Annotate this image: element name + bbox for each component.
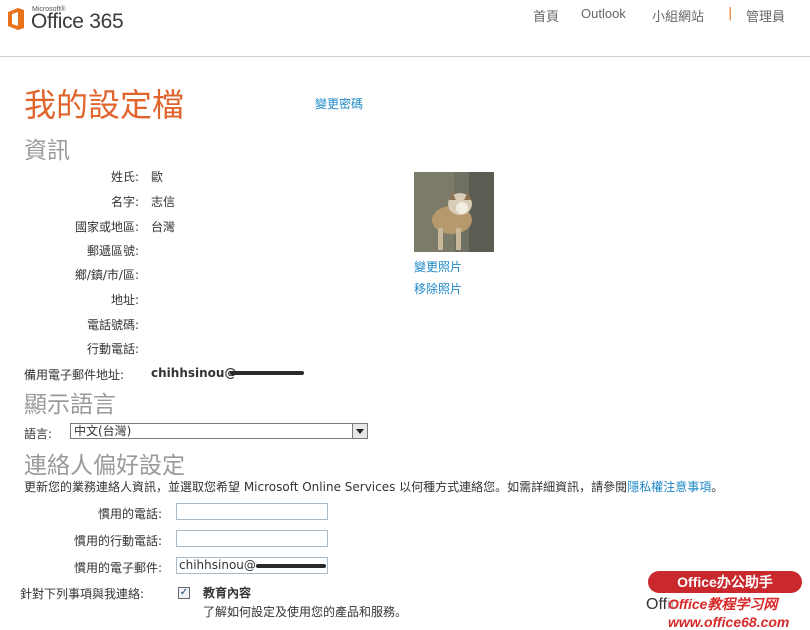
header-divider: [0, 56, 810, 57]
language-label: 語言:: [24, 427, 53, 441]
contact-me-label: 針對下列事項與我連絡:: [20, 587, 145, 601]
redaction-mark: [256, 564, 326, 568]
preferred-mobile-input[interactable]: [176, 530, 328, 547]
alt-email-value: chihhsinou@: [151, 366, 237, 380]
contact-heading: 連絡人偏好設定: [24, 453, 185, 479]
privacy-link[interactable]: 隱私權注意事項: [627, 480, 711, 494]
nav-admin-link[interactable]: 管理員: [746, 6, 785, 25]
field-label-city: 鄉/鎮/市/區:: [74, 268, 139, 282]
language-selected-value: 中文(台灣): [74, 424, 132, 438]
field-value-first-name: 志信: [151, 195, 176, 209]
logo-office365-text: Office 365: [31, 10, 124, 33]
office-logo-icon: [6, 8, 26, 30]
contact-description: 更新您的業務連絡人資訊，並選取您希望 Microsoft Online Serv…: [24, 478, 810, 495]
field-value-country: 台灣: [151, 220, 176, 234]
change-photo-link[interactable]: 變更照片: [414, 258, 462, 275]
education-description: 了解如何設定及使用您的產品和服務。: [203, 605, 408, 619]
watermark-url: Office教程学习网 www.office68.com: [668, 594, 810, 630]
nav-separator: |: [728, 6, 733, 21]
contact-description-end: 。: [711, 480, 724, 494]
preferred-email-value: chihhsinou@: [179, 558, 256, 572]
redaction-mark: [230, 371, 304, 375]
field-label-mobile: 行動電話:: [86, 342, 139, 356]
field-label-phone: 電話號碼:: [86, 318, 139, 332]
info-heading: 資訊: [24, 138, 70, 164]
change-password-link[interactable]: 變更密碼: [315, 95, 363, 112]
education-checkbox[interactable]: ✓: [178, 587, 190, 599]
language-select[interactable]: 中文(台灣): [70, 423, 368, 439]
nav-outlook-link[interactable]: Outlook: [581, 6, 626, 21]
preferred-email-label: 慣用的電子郵件:: [73, 561, 162, 575]
language-heading: 顯示語言: [24, 392, 116, 418]
nav-team-site-link[interactable]: 小組網站: [652, 6, 704, 25]
alt-email-label: 備用電子郵件地址:: [24, 368, 125, 382]
page-title: 我的設定檔: [24, 86, 185, 124]
preferred-phone-input[interactable]: [176, 503, 328, 520]
field-label-postal-code: 郵遞區號:: [86, 244, 139, 258]
education-title: 教育內容: [203, 586, 252, 600]
preferred-phone-label: 慣用的電話:: [97, 507, 162, 521]
profile-photo: [414, 172, 494, 252]
remove-photo-link[interactable]: 移除照片: [414, 280, 462, 297]
preferred-mobile-label: 慣用的行動電話:: [73, 534, 162, 548]
watermark-badge: Office办公助手: [648, 571, 802, 593]
field-label-first-name: 名字:: [110, 195, 139, 209]
field-value-last-name: 歐: [151, 170, 164, 184]
field-label-last-name: 姓氏:: [110, 170, 139, 184]
field-label-address: 地址:: [110, 293, 139, 307]
chevron-down-icon[interactable]: [352, 424, 367, 438]
nav-home-link[interactable]: 首頁: [533, 6, 559, 25]
contact-description-text: 更新您的業務連絡人資訊，並選取您希望 Microsoft Online Serv…: [24, 480, 628, 494]
field-label-country: 國家或地區:: [74, 220, 139, 234]
